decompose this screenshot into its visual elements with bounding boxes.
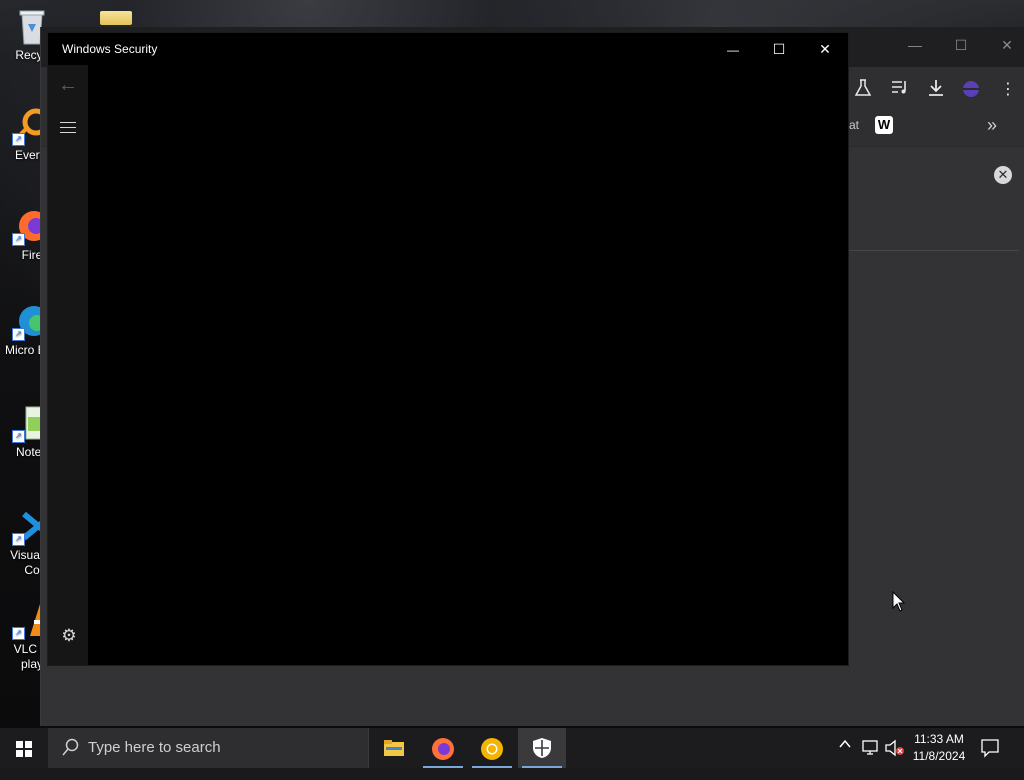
extension-icon[interactable] xyxy=(960,79,982,101)
mouse-cursor-icon xyxy=(892,590,906,618)
clock-time: 11:33 AM xyxy=(914,732,964,746)
minimize-icon: — xyxy=(727,43,739,57)
hamburger-menu-icon[interactable] xyxy=(60,122,76,137)
settings-button[interactable]: ⚙ xyxy=(60,627,78,645)
content-divider xyxy=(849,250,1019,251)
file-explorer-icon xyxy=(384,740,404,756)
shortcut-arrow-icon: ↗ xyxy=(12,233,25,246)
more-menu-icon[interactable]: ⋮ xyxy=(997,79,1019,101)
bookmarks-overflow-icon[interactable]: » xyxy=(987,115,997,136)
start-button[interactable] xyxy=(0,728,48,768)
download-icon[interactable] xyxy=(925,79,947,101)
notification-center-icon[interactable] xyxy=(980,738,1000,758)
shortcut-arrow-icon: ↗ xyxy=(12,533,25,546)
folder-icon[interactable] xyxy=(100,11,132,25)
network-icon[interactable] xyxy=(862,740,880,780)
shortcut-arrow-icon: ↗ xyxy=(12,430,25,443)
search-placeholder: Type here to search xyxy=(88,739,221,756)
taskbar-firefox[interactable] xyxy=(419,728,467,768)
close-button[interactable]: ✕ xyxy=(802,33,848,65)
close-icon: ✕ xyxy=(819,41,831,57)
window-title: Windows Security xyxy=(62,42,158,56)
browser-maximize-icon[interactable]: ☐ xyxy=(949,37,973,57)
firefox-icon xyxy=(432,738,454,760)
taskbar-search-box[interactable]: Type here to search xyxy=(48,728,369,768)
dismiss-close-icon[interactable]: ✕ xyxy=(994,166,1012,184)
taskbar-chrome[interactable] xyxy=(468,728,516,768)
back-button[interactable]: ← xyxy=(58,74,78,97)
clock-date: 11/8/2024 xyxy=(912,749,966,763)
media-queue-icon[interactable] xyxy=(889,79,911,101)
search-icon xyxy=(62,738,79,756)
taskbar-clock[interactable]: 11:33 AM 11/8/2024 xyxy=(905,731,973,765)
windows-logo-icon xyxy=(16,741,32,757)
taskbar: Type here to search 11:33 AM 11/8/2024 xyxy=(0,728,1024,768)
windows-security-icon xyxy=(533,738,551,758)
browser-close-icon[interactable]: ✕ xyxy=(995,37,1019,57)
minimize-button[interactable]: — xyxy=(710,33,756,65)
maximize-button[interactable]: ☐ xyxy=(756,33,802,65)
tray-chevron-icon[interactable] xyxy=(838,737,852,777)
navigation-sidebar xyxy=(48,65,88,665)
shortcut-arrow-icon: ↗ xyxy=(12,328,25,341)
bookmark-item-partial[interactable]: at xyxy=(849,118,859,132)
taskbar-file-explorer[interactable] xyxy=(370,728,418,768)
back-arrow-icon: ← xyxy=(58,74,78,96)
volume-muted-icon[interactable] xyxy=(885,739,905,779)
maximize-icon: ☐ xyxy=(772,41,786,57)
labs-flask-icon[interactable] xyxy=(852,79,874,101)
shortcut-arrow-icon: ↗ xyxy=(12,627,25,640)
gear-icon: ⚙ xyxy=(61,626,77,645)
windows-security-window: Windows Security — ☐ ✕ ← ⚙ xyxy=(48,33,848,665)
shortcut-arrow-icon: ↗ xyxy=(12,133,25,146)
chrome-icon xyxy=(481,738,503,760)
taskbar-windows-security[interactable] xyxy=(518,728,566,768)
wikipedia-bookmark-icon[interactable]: W xyxy=(875,116,893,134)
browser-minimize-icon[interactable]: — xyxy=(903,37,927,57)
